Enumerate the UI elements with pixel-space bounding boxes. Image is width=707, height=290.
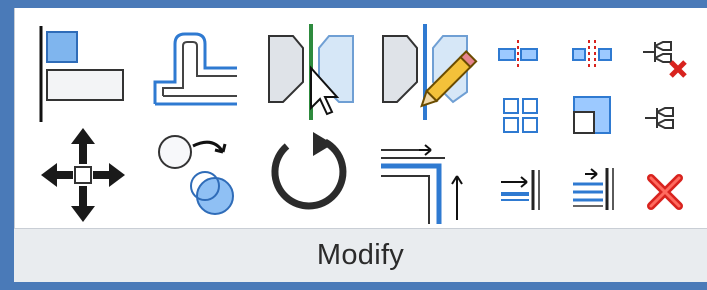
trim-extend-multiple-button[interactable] (571, 166, 617, 212)
rotate-icon (271, 132, 347, 210)
panel-title: Modify (316, 239, 405, 271)
move-button[interactable] (39, 126, 127, 224)
move-icon (41, 128, 125, 222)
scale-button[interactable] (571, 94, 613, 136)
split-with-gap-button[interactable] (571, 38, 615, 72)
trim-extend-single-icon (501, 170, 540, 210)
mirror-pick-axis-button[interactable] (265, 22, 361, 122)
trim-extend-corner-button[interactable] (379, 130, 475, 226)
split-element-icon (498, 40, 538, 70)
trim-extend-multiple-icon (573, 168, 614, 210)
ribbon-bottom-border (0, 282, 707, 290)
offset-icon (153, 32, 237, 106)
mirror-draw-axis-icon (382, 24, 478, 120)
pin-button[interactable] (643, 100, 687, 136)
delete-button[interactable] (645, 172, 685, 212)
align-icon (39, 26, 124, 122)
split-element-button[interactable] (497, 38, 541, 72)
array-icon (503, 98, 538, 133)
unpin-icon (643, 41, 687, 78)
pin-icon (645, 107, 674, 129)
delete-icon (647, 174, 683, 210)
trim-extend-single-button[interactable] (499, 168, 543, 212)
rotate-button[interactable] (265, 130, 355, 220)
copy-button[interactable] (153, 130, 243, 226)
panel-footer[interactable]: Modify (14, 228, 707, 282)
mirror-pick-axis-icon (268, 24, 354, 120)
trim-extend-corner-icon (381, 144, 463, 224)
scale-icon (573, 96, 611, 134)
mirror-draw-axis-button[interactable] (379, 22, 478, 122)
offset-button[interactable] (149, 26, 241, 122)
array-button[interactable] (501, 96, 541, 136)
copy-icon (158, 135, 234, 215)
unpin-button[interactable] (641, 28, 691, 78)
split-with-gap-icon (572, 40, 612, 70)
align-button[interactable] (37, 24, 129, 124)
